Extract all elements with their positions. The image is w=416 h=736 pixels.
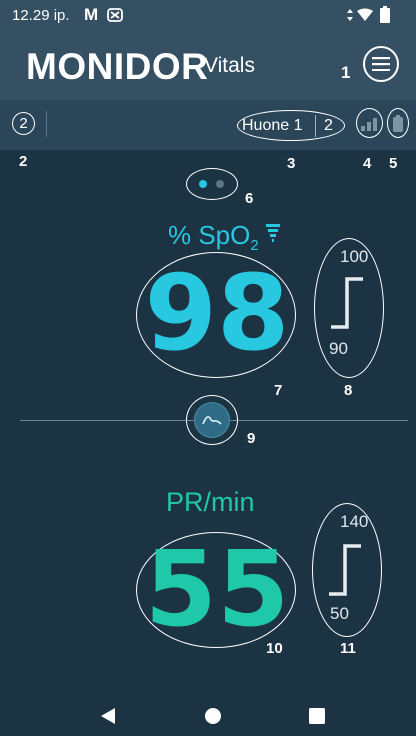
wifi-icon xyxy=(357,8,373,21)
hamburger-icon xyxy=(372,57,390,71)
callout-9: 9 xyxy=(247,430,256,447)
callout-3: 3 xyxy=(287,155,296,172)
callout-1: 1 xyxy=(341,63,351,82)
callout-6: 6 xyxy=(245,190,254,207)
callout-2: 2 xyxy=(19,153,28,170)
app-subtitle: Vitals xyxy=(204,54,255,77)
callout-11: 11 xyxy=(340,640,356,657)
pulse-alarm-high: 140 xyxy=(340,512,369,531)
battery-icon xyxy=(380,6,390,23)
device-count: 2 xyxy=(19,115,28,132)
device-count-badge[interactable]: 2 xyxy=(12,112,35,135)
spo2-limit-step-icon xyxy=(331,277,363,329)
pulse-label: PR/min xyxy=(166,487,255,517)
callout-7: 7 xyxy=(274,382,283,399)
spo2-value-area[interactable]: 98 xyxy=(136,252,296,378)
waveform-button-ring[interactable] xyxy=(186,395,238,445)
back-icon[interactable] xyxy=(99,707,117,725)
spo2-label-text: % SpO xyxy=(168,220,251,250)
page-dot xyxy=(216,180,224,188)
home-icon[interactable] xyxy=(204,707,222,725)
room-selector[interactable]: Huone 1 2 xyxy=(237,110,345,141)
waveform-icon xyxy=(202,416,222,425)
spo2-alarm-low: 90 xyxy=(329,339,348,358)
pulse-value: 55 xyxy=(144,528,290,650)
pulse-alarm-limits[interactable]: 140 50 xyxy=(312,503,382,637)
callout-4: 4 xyxy=(363,155,372,172)
app-bar: MONIDOR Vitals 1 xyxy=(0,30,416,100)
gmail-icon: M xyxy=(84,5,99,24)
signal-bars-icon xyxy=(361,118,377,131)
spo2-label: % SpO2 xyxy=(168,220,259,254)
pulse-value-area[interactable]: 55 xyxy=(136,528,296,650)
spo2-alarm-limits[interactable]: 100 90 xyxy=(314,238,384,378)
divider xyxy=(46,111,47,137)
status-bar: 12.29 ip. M xyxy=(0,0,416,30)
spo2-value: 98 xyxy=(144,252,290,374)
callout-10: 10 xyxy=(266,640,283,657)
status-time: 12.29 ip. xyxy=(12,7,70,24)
waveform-button[interactable] xyxy=(194,402,230,438)
spo2-signal-icon xyxy=(266,224,280,242)
pulse-alarm-low: 50 xyxy=(330,604,349,623)
app-title: MONIDOR xyxy=(26,46,209,87)
recents-icon[interactable] xyxy=(309,708,325,724)
device-battery[interactable] xyxy=(387,108,409,138)
room-label: Huone 1 xyxy=(242,117,303,134)
pulse-limit-step-icon xyxy=(329,544,361,596)
room-divider xyxy=(315,115,316,137)
data-arrows-icon xyxy=(347,9,353,21)
menu-button[interactable] xyxy=(363,46,399,82)
page-indicator[interactable] xyxy=(186,168,238,200)
callout-5: 5 xyxy=(389,155,398,172)
sub-bar: 2 Huone 1 2 xyxy=(0,100,416,150)
device-battery-icon xyxy=(393,115,403,132)
page-dot-active xyxy=(199,180,207,188)
main-content: 2 3 4 5 6 % SpO2 98 7 100 90 8 9 PR/min … xyxy=(0,150,416,736)
spo2-alarm-high: 100 xyxy=(340,247,369,266)
signal-strength[interactable] xyxy=(356,108,383,138)
room-count: 2 xyxy=(324,117,333,134)
notification-icon xyxy=(107,8,123,22)
callout-8: 8 xyxy=(344,382,353,399)
